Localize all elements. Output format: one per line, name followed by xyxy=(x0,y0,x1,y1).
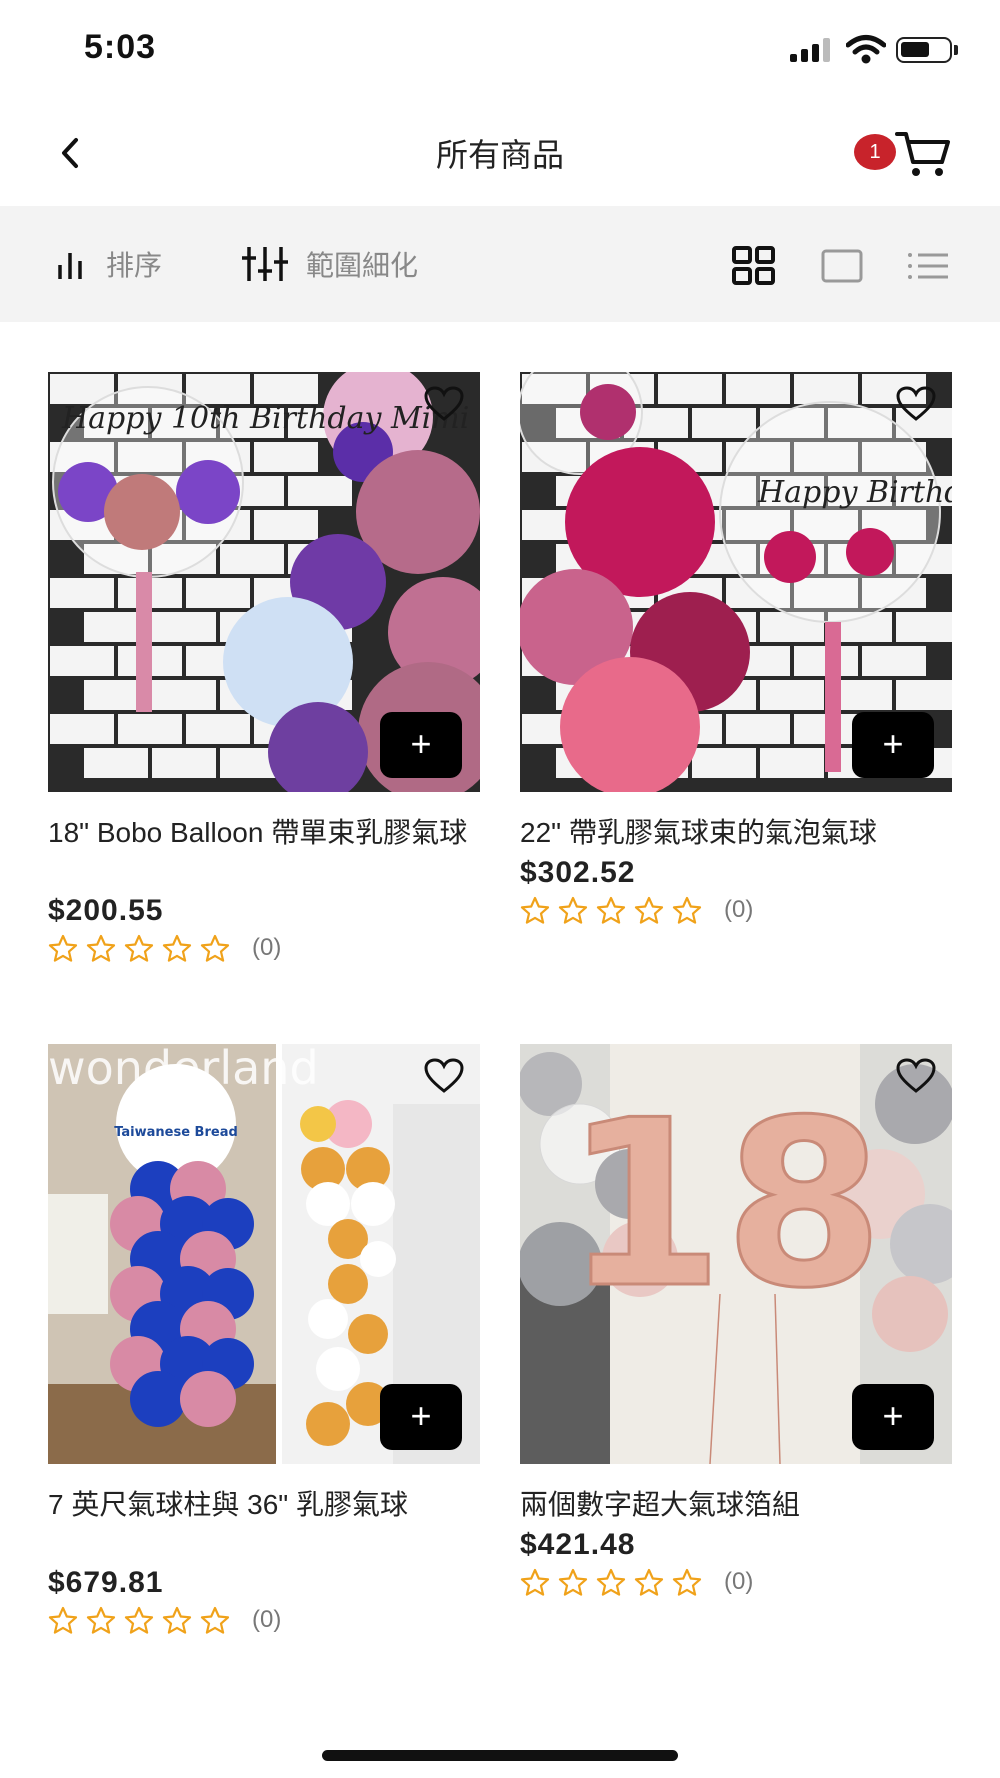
product-image-text: Happy 10th Birthday Mimi xyxy=(61,401,469,436)
signal-icon xyxy=(790,38,834,62)
status-time: 5:03 xyxy=(84,28,157,66)
star-rating: (0) xyxy=(48,934,281,962)
star-icon xyxy=(672,1568,702,1596)
cart-icon xyxy=(895,132,950,176)
rating-count: (0) xyxy=(252,1606,282,1633)
single-view-icon[interactable] xyxy=(820,246,864,286)
product-image-text: Happy Birthday Isabelle xyxy=(757,475,952,510)
grid-view-icon[interactable] xyxy=(732,246,776,286)
add-to-cart-button[interactable]: + xyxy=(380,1384,462,1450)
star-icon xyxy=(558,1568,588,1596)
nav-bar: 所有商品 1 xyxy=(0,100,1000,206)
product-card[interactable]: 18 + 兩個數字超大氣球箔組 $421.48 (0) xyxy=(520,1044,952,1604)
product-name[interactable]: 7 英尺氣球柱與 36" 乳膠氣球 xyxy=(48,1484,480,1526)
filter-label: 範圍細化 xyxy=(306,250,419,281)
star-icon xyxy=(86,1606,116,1634)
rating-count: (0) xyxy=(252,934,282,961)
favorite-heart-icon[interactable] xyxy=(424,1058,464,1094)
rating-count: (0) xyxy=(724,1568,754,1595)
star-icon xyxy=(520,1568,550,1596)
star-icon xyxy=(672,896,702,924)
product-image[interactable]: Happy Birthday Isabelle + xyxy=(520,372,952,792)
star-rating: (0) xyxy=(520,896,753,924)
star-icon xyxy=(162,934,192,962)
status-bar: 5:03 xyxy=(0,0,1000,100)
sort-button[interactable]: 排序 xyxy=(54,242,162,286)
add-to-cart-button[interactable]: + xyxy=(852,1384,934,1450)
star-icon xyxy=(162,1606,192,1634)
star-icon xyxy=(634,896,664,924)
favorite-heart-icon[interactable] xyxy=(896,1058,936,1094)
add-to-cart-button[interactable]: + xyxy=(380,712,462,778)
filter-toolbar: 排序 範圍細化 xyxy=(0,206,1000,322)
battery-icon xyxy=(896,37,952,63)
star-icon xyxy=(200,934,230,962)
star-icon xyxy=(634,1568,664,1596)
product-card[interactable]: Taiwanese Bread wonderland + 7 英尺氣球柱與 36… xyxy=(48,1044,480,1644)
product-price: $679.81 xyxy=(48,1566,164,1599)
sort-label: 排序 xyxy=(106,250,163,281)
product-image-text: wonderland xyxy=(48,1044,319,1095)
star-icon xyxy=(124,934,154,962)
product-card[interactable]: Happy Birthday Isabelle + 22" 帶乳膠氣球束的氣泡氣… xyxy=(520,372,952,932)
sort-icon xyxy=(58,253,82,279)
filter-button[interactable]: 範圍細化 xyxy=(242,242,418,286)
product-image[interactable]: 18 + xyxy=(520,1044,952,1464)
star-rating: (0) xyxy=(48,1606,281,1634)
add-to-cart-button[interactable]: + xyxy=(852,712,934,778)
star-icon xyxy=(48,1606,78,1634)
filter-sliders-icon xyxy=(242,247,288,281)
cart-badge: 1 xyxy=(854,134,896,170)
favorite-heart-icon[interactable] xyxy=(896,386,936,422)
product-image-text: Taiwanese Bread xyxy=(114,1125,238,1140)
star-icon xyxy=(200,1606,230,1634)
product-image[interactable]: Taiwanese Bread wonderland + xyxy=(48,1044,480,1464)
product-image[interactable]: Happy 10th Birthday Mimi + xyxy=(48,372,480,792)
page-title: 所有商品 xyxy=(435,137,564,173)
product-card[interactable]: Happy 10th Birthday Mimi + 18" Bobo Ball… xyxy=(48,372,480,972)
star-icon xyxy=(596,896,626,924)
star-icon xyxy=(596,1568,626,1596)
product-name[interactable]: 22" 帶乳膠氣球束的氣泡氣球 xyxy=(520,812,952,854)
product-price: $200.55 xyxy=(48,894,164,927)
list-view-icon[interactable] xyxy=(906,246,950,286)
star-icon xyxy=(48,934,78,962)
product-price: $421.48 xyxy=(520,1528,636,1561)
favorite-heart-icon[interactable] xyxy=(424,386,464,422)
star-rating: (0) xyxy=(520,1568,753,1596)
star-icon xyxy=(558,896,588,924)
rating-count: (0) xyxy=(724,896,754,923)
star-icon xyxy=(520,896,550,924)
product-price: $302.52 xyxy=(520,856,636,889)
star-icon xyxy=(124,1606,154,1634)
product-name[interactable]: 兩個數字超大氣球箔組 xyxy=(520,1484,952,1526)
product-image-text: 18 xyxy=(564,1072,884,1339)
home-indicator[interactable] xyxy=(322,1750,678,1761)
product-name[interactable]: 18" Bobo Balloon 帶單束乳膠氣球 xyxy=(48,812,480,854)
wifi-icon xyxy=(846,35,886,64)
cart-button[interactable]: 1 xyxy=(854,124,954,184)
star-icon xyxy=(86,934,116,962)
